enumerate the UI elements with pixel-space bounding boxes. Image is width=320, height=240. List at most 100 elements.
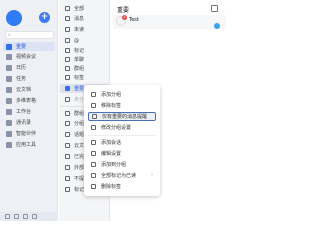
list-item-single-chat[interactable]: 单聊	[60, 55, 109, 64]
menu-item-label: 仅有重要的消息提醒	[102, 114, 148, 120]
nav-item-label: 应用工具	[16, 142, 37, 148]
menu-item-label: 移除标签	[101, 103, 122, 109]
nav-item-base[interactable]: 多维表格	[3, 96, 55, 105]
menu-item-label: 添加分组	[101, 92, 122, 98]
nav-item-label: 云文档	[16, 87, 32, 93]
doc-icon	[6, 86, 12, 93]
menu-item-add-group[interactable]: 添加分组	[88, 90, 156, 99]
list-item-label: 标记	[74, 187, 85, 193]
menu-item-delete-tag[interactable]: 删除标签	[88, 182, 156, 191]
list-item-label: @	[74, 37, 79, 44]
list-item-label: 话题	[74, 132, 85, 138]
group-icon	[65, 66, 70, 71]
nav-item-workbench[interactable]: 工作台	[3, 107, 55, 116]
video-icon	[6, 53, 12, 60]
list-item-messages[interactable]: 消息	[60, 14, 109, 23]
at-icon	[65, 38, 70, 43]
list-item-label: 分组	[74, 121, 85, 127]
menu-item-label: 编辑设置	[101, 151, 122, 157]
list-item-groups[interactable]: 群组	[60, 64, 109, 73]
menu-item-label: 修改分组设置	[101, 125, 132, 131]
read-icon	[91, 173, 96, 178]
group-icon	[65, 111, 70, 116]
list-item-label: 全部	[74, 6, 85, 12]
menu-separator	[88, 135, 156, 136]
nav-item-meeting[interactable]: 视频会议	[3, 52, 55, 61]
nav-item-label: 多维表格	[16, 98, 37, 104]
list-item-label: 单聊	[74, 57, 85, 63]
conversation-name: Test	[129, 17, 139, 23]
folder-icon	[65, 97, 70, 102]
menu-item-mark-read[interactable]: 全部标记为已读 ›	[88, 171, 156, 180]
flag-icon	[65, 187, 70, 192]
menu-item-label: 全部标记为已读	[101, 173, 137, 179]
apps-icon	[6, 141, 12, 148]
list-item-label: 外部	[74, 165, 85, 171]
panel-title: 重要	[117, 7, 130, 14]
more-icon[interactable]	[32, 214, 37, 219]
left-nav: + ⌕ 重要 视频会议 日历 任务 云文档 多维表格 工作台 通讯录 智能伙伴 …	[0, 0, 58, 221]
menu-item-group-settings[interactable]: 修改分组设置	[88, 123, 156, 132]
list-item-all[interactable]: 全部	[60, 4, 109, 13]
settings-icon[interactable]	[14, 214, 19, 219]
nav-item-contacts[interactable]: 通讯录	[3, 118, 55, 127]
done-icon	[65, 154, 70, 159]
grid-icon[interactable]	[5, 214, 10, 219]
folder-icon	[65, 121, 70, 126]
move-icon	[91, 162, 96, 167]
chevron-right-icon: ›	[151, 172, 153, 178]
table-icon	[6, 97, 12, 104]
person-icon	[65, 57, 70, 62]
ai-icon	[6, 130, 12, 137]
remove-icon	[91, 103, 96, 108]
menu-item-label: 删除标签	[101, 184, 122, 190]
unread-badge: 1	[122, 15, 127, 20]
edit-icon	[91, 151, 96, 156]
nav-footer	[0, 212, 58, 221]
help-icon[interactable]	[23, 214, 28, 219]
unread-icon	[65, 27, 70, 32]
menu-item-label: 添加会话	[101, 140, 122, 146]
list-item-label: 群组	[74, 111, 85, 117]
flag-icon	[65, 48, 70, 53]
topic-icon	[65, 132, 70, 137]
external-icon	[65, 165, 70, 170]
menu-item-label: 添加到分组	[101, 162, 127, 168]
conversation-item[interactable]: 1 Test	[113, 15, 226, 29]
user-avatar[interactable]	[6, 10, 22, 26]
list-item-label: 群组	[74, 66, 85, 72]
contacts-icon	[6, 119, 12, 126]
search-input[interactable]: ⌕	[5, 31, 54, 39]
nav-item-task[interactable]: 任务	[3, 74, 55, 83]
add-icon	[91, 140, 96, 145]
nav-item-docs[interactable]: 云文档	[3, 85, 55, 94]
context-menu: 添加分组 移除标签 仅有重要的消息提醒 修改分组设置 添加会话 编辑设置 添加到…	[84, 85, 160, 196]
message-icon	[65, 16, 70, 21]
list-item-mentions[interactable]: @	[60, 36, 109, 45]
nav-item-label: 通讯录	[16, 120, 32, 126]
menu-item-edit[interactable]: 编辑设置	[88, 149, 156, 158]
search-icon: ⌕	[8, 32, 11, 38]
calendar-icon	[6, 64, 12, 71]
tag-icon	[65, 75, 70, 80]
menu-item-add-chat[interactable]: 添加会话	[88, 138, 156, 147]
nav-item-calendar[interactable]: 日历	[3, 63, 55, 72]
nav-item-label: 任务	[16, 76, 27, 82]
nav-item-important[interactable]: 重要	[3, 42, 55, 51]
list-item-tags[interactable]: 标签	[60, 73, 109, 82]
menu-item-move-to[interactable]: 添加到分组	[88, 160, 156, 169]
list-item-label: 未读	[74, 27, 85, 33]
create-button[interactable]: +	[39, 12, 50, 23]
nav-item-apps[interactable]: 应用工具	[3, 140, 55, 149]
menu-item-remove-tag[interactable]: 移除标签	[88, 101, 156, 110]
bell-icon	[92, 114, 97, 119]
list-item-unread[interactable]: 未读	[60, 25, 109, 34]
settings-icon	[91, 125, 96, 130]
menu-item-important-notify[interactable]: 仅有重要的消息提醒	[88, 112, 156, 121]
list-item-label: 标记	[74, 48, 85, 54]
nav-item-label: 视频会议	[16, 54, 37, 60]
nav-item-ai[interactable]: 智能伙伴	[3, 129, 55, 138]
delete-icon	[91, 184, 96, 189]
filter-icon[interactable]	[211, 5, 218, 12]
list-item-flagged[interactable]: 标记	[60, 46, 109, 55]
